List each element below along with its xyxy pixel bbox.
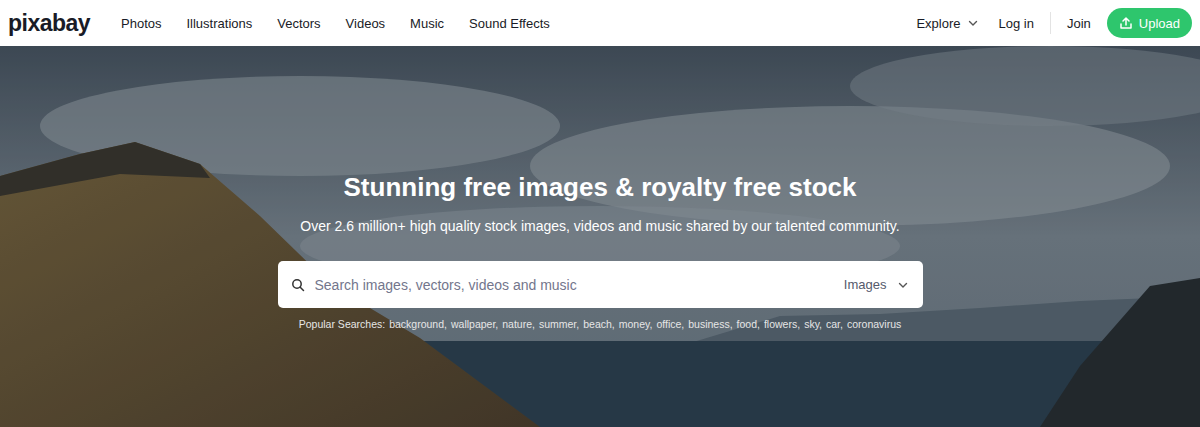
media-type-select[interactable]: Images: [844, 277, 909, 292]
popular-term[interactable]: business,: [688, 317, 732, 331]
chevron-down-icon: [967, 17, 979, 29]
login-link[interactable]: Log in: [999, 16, 1034, 31]
popular-term[interactable]: summer,: [539, 317, 579, 331]
divider: [1050, 12, 1051, 34]
explore-menu[interactable]: Explore: [912, 16, 982, 31]
nav-link[interactable]: Vectors: [277, 16, 320, 31]
popular-term[interactable]: sky,: [804, 317, 822, 331]
hero-title: Stunning free images & royalty free stoc…: [344, 170, 857, 204]
nav-link[interactable]: Music: [410, 16, 444, 31]
nav-link[interactable]: Photos: [121, 16, 161, 31]
popular-term[interactable]: beach,: [583, 317, 615, 331]
popular-term[interactable]: flowers,: [764, 317, 800, 331]
logo[interactable]: pixabay: [8, 10, 121, 37]
popular-label: Popular Searches:: [299, 317, 385, 331]
search-icon: [291, 278, 305, 292]
nav-link[interactable]: Videos: [346, 16, 386, 31]
popular-term[interactable]: money,: [619, 317, 653, 331]
upload-button[interactable]: Upload: [1107, 8, 1192, 38]
popular-term[interactable]: food,: [737, 317, 760, 331]
nav-link[interactable]: Illustrations: [186, 16, 252, 31]
search-bar: Images: [278, 261, 923, 308]
popular-term[interactable]: coronavirus: [847, 317, 901, 331]
chevron-down-icon: [897, 279, 909, 291]
page: pixabayPhotos Illustrations Vectors Videos M…: [0, 0, 1200, 427]
popular-term[interactable]: car,: [826, 317, 843, 331]
search-input[interactable]: [315, 277, 834, 293]
popular-term[interactable]: nature,: [502, 317, 535, 331]
hero-photo: [0, 46, 1200, 427]
top-bar: pixabayPhotos Illustrations Vectors Videos M…: [0, 0, 1200, 46]
hero: Stunning free images & royalty free stoc…: [0, 46, 1200, 427]
popular-term[interactable]: office,: [656, 317, 684, 331]
join-link[interactable]: Join: [1067, 16, 1091, 31]
main-nav: Photos Illustrations Vectors Videos Music Sou…: [121, 16, 550, 31]
hero-subtitle: Over 2.6 million+ high quality stock ima…: [300, 216, 899, 236]
popular-term[interactable]: background,: [389, 317, 447, 331]
popular-term[interactable]: wallpaper,: [451, 317, 498, 331]
popular-searches: Popular Searches: background, wallpaper, na…: [299, 317, 901, 331]
nav-link[interactable]: Sound Effects: [469, 16, 550, 31]
upload-icon: [1119, 16, 1133, 30]
